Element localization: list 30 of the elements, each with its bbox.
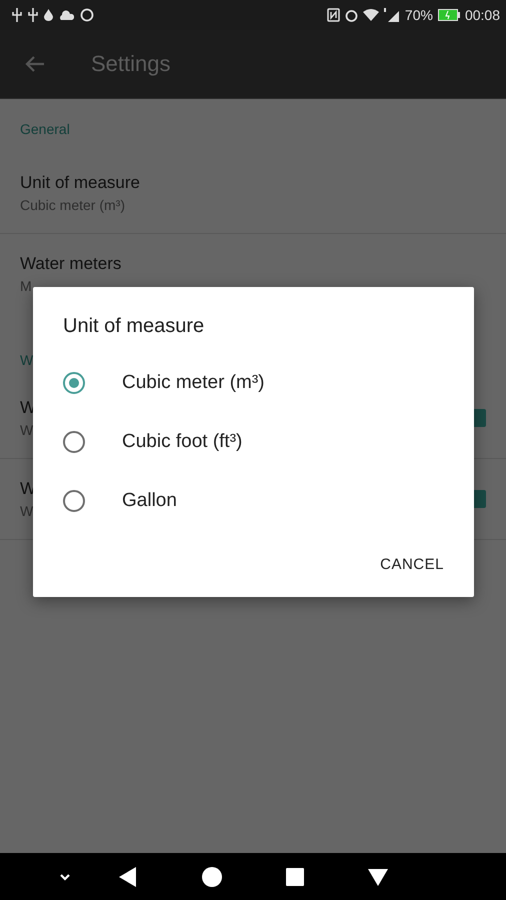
drop-icon — [44, 9, 53, 21]
battery-icon — [438, 9, 460, 21]
back-icon[interactable] — [119, 866, 137, 886]
radio-button[interactable] — [63, 372, 85, 394]
chevron-down-icon[interactable] — [58, 872, 72, 882]
dialog-title: Unit of measure — [62, 314, 206, 339]
usb-icon — [28, 8, 38, 22]
clock-time: 00:08 — [464, 7, 500, 23]
option-label[interactable]: Cubic meter (m³) — [122, 372, 265, 394]
cloud-icon — [59, 10, 74, 20]
battery-percent: 70% — [404, 7, 433, 23]
usb-icon — [12, 8, 22, 22]
radio-button[interactable] — [63, 430, 85, 452]
section-header: W — [20, 351, 34, 370]
radio-button[interactable] — [63, 490, 85, 512]
nfc-icon — [326, 8, 340, 22]
screen-title: Settings — [91, 51, 170, 77]
setting-summary: W — [20, 421, 34, 440]
cancel-button[interactable]: CANCEL — [370, 548, 454, 581]
setting-summary: Cubic meter (m³) — [20, 196, 126, 215]
recents-icon[interactable] — [286, 868, 304, 886]
triangle-down-icon[interactable] — [368, 866, 388, 886]
wifi-icon — [362, 9, 379, 21]
section-header: General — [20, 120, 70, 139]
setting-summary: M — [20, 277, 33, 296]
setting-summary: W — [20, 502, 34, 521]
home-icon[interactable] — [201, 866, 223, 888]
signal-icon — [384, 8, 400, 22]
option-label[interactable]: Gallon — [122, 490, 177, 512]
option-label[interactable]: Cubic foot (ft³) — [122, 430, 242, 452]
